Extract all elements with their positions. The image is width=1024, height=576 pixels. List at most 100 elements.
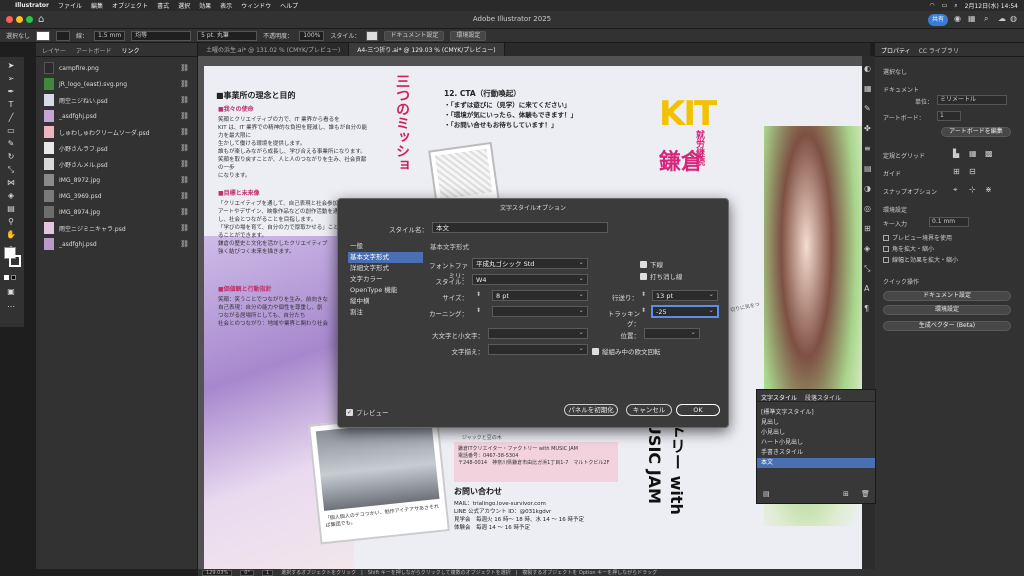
cancel-button[interactable]: キャンセル [626, 404, 672, 416]
rectangle-tool-icon[interactable]: ▭ [6, 126, 16, 136]
link-icon[interactable]: ⛓ [180, 80, 189, 88]
artboard-select[interactable]: 1 [937, 111, 961, 121]
ok-button[interactable]: OK [676, 404, 720, 416]
hand-tool-icon[interactable]: ✋ [6, 230, 16, 240]
width-tool-icon[interactable]: ⋈ [6, 178, 16, 188]
menu-item[interactable]: オブジェクト [112, 1, 148, 10]
heading-philosophy[interactable]: ■事業所の理念と目的 [216, 90, 296, 101]
transparency-panel-icon[interactable]: ◑ [864, 184, 871, 193]
align-panel-icon[interactable]: ⊞ [864, 224, 871, 233]
document-setup-button[interactable]: ドキュメント設定 [883, 291, 1011, 301]
tab-properties[interactable]: プロパティ [881, 46, 911, 55]
line-tool-icon[interactable]: ╱ [6, 113, 16, 123]
menu-item[interactable]: ファイル [58, 1, 82, 10]
gradient-panel-icon[interactable]: ▤ [864, 164, 872, 173]
alignment-select[interactable] [488, 344, 588, 355]
generate-vector-button[interactable]: 生成ベクター (Beta) [883, 321, 1011, 331]
snap-grid-icon[interactable]: ⊹ [969, 185, 976, 194]
tracking-field[interactable]: -25 [652, 306, 718, 317]
menu-item[interactable]: 効果 [199, 1, 211, 10]
stroke-weight-field[interactable]: 1.5 mm [94, 30, 126, 41]
paragraph-panel-icon[interactable]: ¶ [864, 304, 869, 313]
kerning-stepper-icon[interactable]: ⬍ [476, 307, 481, 314]
cloud-icon[interactable]: ☁ [998, 14, 1006, 23]
style-library-icon[interactable]: ▤ [763, 490, 770, 498]
font-style-select[interactable]: W4 [472, 274, 588, 285]
character-style-item[interactable]: 見出し [757, 418, 875, 428]
brushes-panel-icon[interactable]: ✎ [864, 104, 871, 113]
leading-field[interactable]: 13 pt [652, 290, 718, 301]
character-style-item[interactable]: ハート小見出し [757, 438, 875, 448]
opacity-field[interactable]: 100% [299, 30, 325, 41]
artboard-nav-field[interactable]: 1 [261, 569, 274, 576]
case-select[interactable] [488, 328, 588, 339]
screen-mode-icon[interactable]: ▣ [6, 287, 16, 297]
account-icon[interactable]: ◍ [1010, 14, 1017, 23]
tab-cc-libraries[interactable]: CC ライブラリ [919, 46, 959, 55]
delete-style-icon[interactable]: 🗑 [861, 490, 870, 498]
color-panel-icon[interactable]: ◐ [864, 64, 871, 73]
workspace-icon[interactable]: ▦ [968, 14, 976, 23]
document-tab[interactable]: 土曜の浜生.ai* @ 131.02 % (CMYK/プレビュー) [198, 43, 350, 56]
link-icon[interactable]: ⛓ [180, 176, 189, 184]
underline-checkbox[interactable]: 下線 [640, 259, 663, 269]
tracking-stepper-icon[interactable]: ⬍ [641, 307, 646, 314]
link-row[interactable]: JR_logo_(east).svg.png ⛓ [36, 76, 197, 92]
selection-tool-icon[interactable]: ➤ [6, 61, 16, 71]
learn-icon[interactable]: ◉ [954, 14, 961, 23]
subheading-mission[interactable]: ■我々の使命 [218, 104, 254, 113]
cta-list[interactable]: ・「まずは遊びに（見学）に来てください」 ・「環境が気にいったら、体験もできます… [444, 100, 577, 130]
preview-checkbox[interactable]: ✓ プレビュー [346, 407, 389, 417]
link-icon[interactable]: ⛓ [180, 96, 189, 104]
reset-panel-button[interactable]: パネルを初期化 [564, 404, 618, 416]
menu-app[interactable]: Illustrator [15, 2, 49, 9]
link-row[interactable]: IMG_8974.jpg ⛓ [36, 204, 197, 220]
tab-links[interactable]: リンク [121, 46, 139, 55]
menu-item[interactable]: ヘルプ [280, 1, 298, 10]
category-general[interactable]: 一般 [348, 241, 423, 252]
clock[interactable]: 2月12日(水) 14:54 [965, 1, 1018, 10]
unit-select[interactable]: ミリメートル [937, 95, 1007, 105]
character-panel-icon[interactable]: A [864, 284, 869, 293]
guides-icon[interactable]: ⊞ [953, 167, 960, 176]
character-style-item[interactable]: 小見出し [757, 428, 875, 438]
pathfinder-panel-icon[interactable]: ◈ [864, 244, 870, 253]
stroke-color-box[interactable] [9, 255, 21, 267]
preview-bounds-checkbox[interactable]: プレビュー境界を使用 [883, 233, 952, 242]
variable-width-profile[interactable]: 均等 [131, 30, 192, 41]
contact-title[interactable]: お問い合わせ [454, 486, 502, 497]
edit-artboard-button[interactable]: アートボードを編集 [941, 127, 1011, 137]
size-field[interactable]: 8 pt [492, 290, 588, 301]
lock-guides-icon[interactable]: ⊟ [969, 167, 976, 176]
appearance-panel-icon[interactable]: ◎ [864, 204, 871, 213]
position-select[interactable] [644, 328, 700, 339]
link-row[interactable]: 雨空ニジねい.psd ⛓ [36, 92, 197, 108]
link-row[interactable]: campfire.png ⛓ [36, 60, 197, 76]
subheading-values[interactable]: ■価値観と行動指針 [218, 284, 272, 293]
link-row[interactable]: _asdfghj.psd ⛓ [36, 108, 197, 124]
tab-artboards[interactable]: アートボード [76, 46, 112, 55]
link-icon[interactable]: ⛓ [180, 192, 189, 200]
link-icon[interactable]: ⛓ [180, 112, 189, 120]
link-row[interactable]: IMG_8972.jpg ⛓ [36, 172, 197, 188]
pen-tool-icon[interactable]: ✒ [6, 87, 16, 97]
battery-icon[interactable]: ▭ [942, 2, 948, 9]
link-row[interactable]: 雨空ニジミニキャラ.psd ⛓ [36, 220, 197, 236]
more-tools-icon[interactable]: ⋯ [6, 302, 16, 312]
scale-tool-icon[interactable]: ⤡ [6, 165, 16, 175]
fill-swatch[interactable] [36, 30, 51, 41]
menu-item[interactable]: ウィンドウ [241, 1, 271, 10]
link-icon[interactable]: ⛓ [180, 144, 189, 152]
menu-item[interactable]: 編集 [91, 1, 103, 10]
vertical-label[interactable]: 就労継続 [692, 130, 706, 166]
office-photo-card[interactable]: 「個人個人のテコつかい、制作アイテアサあさそれば集団でも。 [308, 411, 450, 545]
zoom-field[interactable]: 129.03% [202, 569, 233, 576]
pixel-grid-icon[interactable]: ▩ [985, 149, 993, 158]
link-row[interactable]: IMG_3969.psd ⛓ [36, 188, 197, 204]
stroke-panel-icon[interactable]: ≡ [864, 144, 871, 153]
menu-item[interactable]: 選択 [178, 1, 190, 10]
company-info-box[interactable]: 鎌倉ITクリエイター・ファクトリー with MUSIC JAM 電話番号：04… [454, 442, 618, 482]
link-row[interactable]: 小野さんメル.psd ⛓ [36, 156, 197, 172]
color-mode-icon[interactable] [4, 275, 9, 280]
menu-item[interactable]: 書式 [157, 1, 169, 10]
